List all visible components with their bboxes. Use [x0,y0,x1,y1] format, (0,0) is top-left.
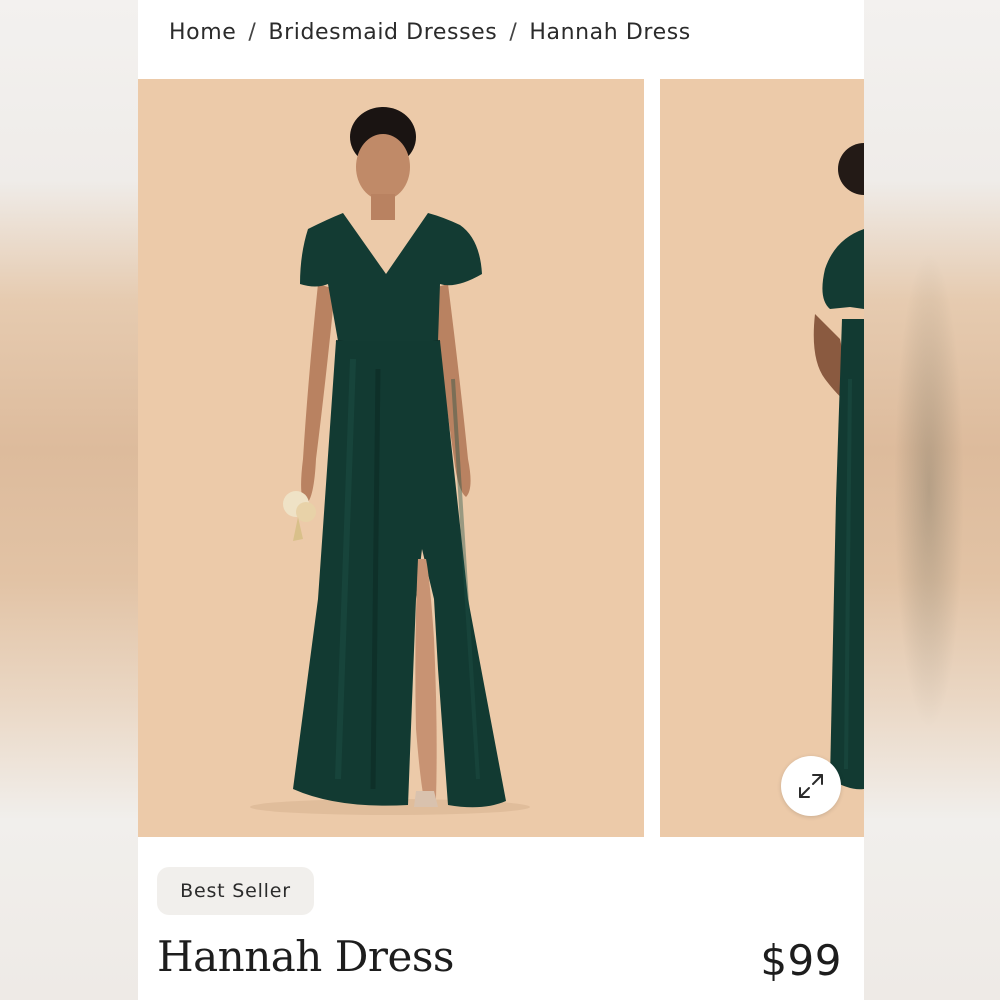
blurred-backdrop-right [864,0,1000,1000]
product-page: Home / Bridesmaid Dresses / Hannah Dress [138,0,864,1000]
blurred-backdrop-left [0,0,138,1000]
breadcrumb-current-page: Hannah Dress [529,19,691,45]
expand-image-button[interactable] [781,756,841,816]
model-side-view-illustration [813,143,864,790]
best-seller-badge: Best Seller [157,867,314,915]
expand-arrows-icon [799,774,823,798]
model-in-dress-illustration [250,107,530,815]
product-image-secondary[interactable] [660,79,864,837]
product-title: Hannah Dress [157,932,454,981]
breadcrumb-separator: / [509,19,518,45]
breadcrumb-bridesmaid-dresses-link[interactable]: Bridesmaid Dresses [268,20,497,45]
breadcrumb-home-link[interactable]: Home [169,20,236,45]
breadcrumb: Home / Bridesmaid Dresses / Hannah Dress [169,14,691,50]
product-price: $99 [760,936,842,985]
breadcrumb-separator: / [248,19,257,45]
product-image-main[interactable] [138,79,644,837]
